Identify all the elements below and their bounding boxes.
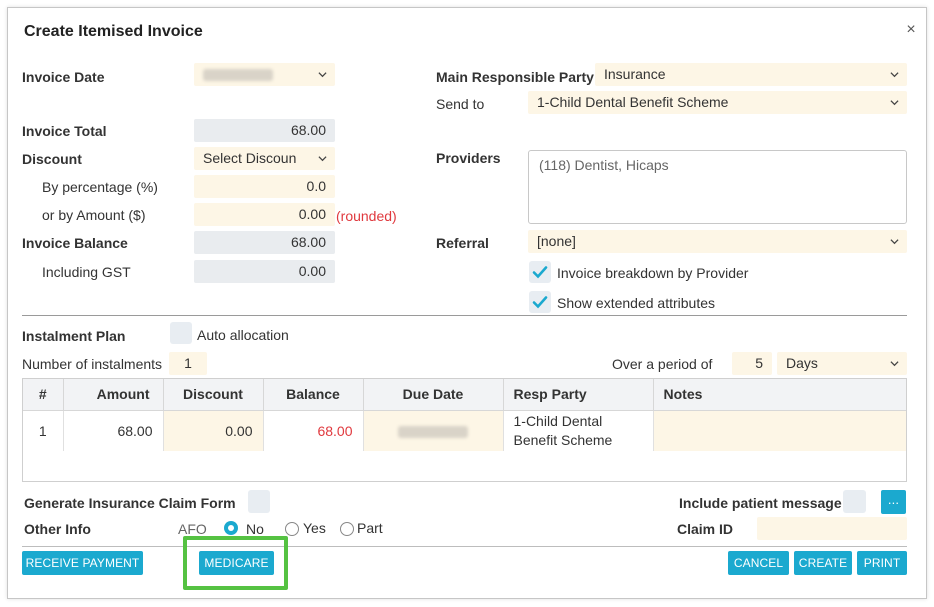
receive-payment-button[interactable]: RECEIVE PAYMENT — [22, 551, 143, 575]
send-to-value: 1-Child Dental Benefit Scheme — [537, 94, 729, 110]
patient-message-checkbox[interactable] — [843, 490, 866, 513]
table-row[interactable]: 1 68.00 0.00 68.00 1-Child Dental Benefi… — [23, 410, 906, 451]
send-to-select[interactable]: 1-Child Dental Benefit Scheme — [528, 91, 907, 114]
invoice-date-select[interactable] — [194, 63, 335, 86]
print-button[interactable]: PRINT — [857, 551, 907, 575]
patient-message-label: Include patient message — [679, 495, 842, 511]
table-header-row: # Amount Discount Balance Due Date Resp … — [23, 379, 906, 411]
close-icon[interactable]: × — [903, 21, 919, 39]
claim-form-label: Generate Insurance Claim Form — [24, 495, 236, 511]
period-unit-value: Days — [786, 355, 818, 371]
afo-radio-no[interactable] — [224, 521, 238, 535]
period-unit-select[interactable]: Days — [777, 352, 907, 375]
chevron-down-icon — [890, 239, 899, 245]
due-date-value-obscured — [398, 426, 468, 439]
claim-id-label: Claim ID — [677, 521, 734, 537]
referral-value: [none] — [537, 233, 576, 249]
afo-radio-yes[interactable] — [285, 522, 299, 536]
check-icon — [532, 296, 548, 309]
section-divider — [22, 315, 907, 316]
discount-select-value: Select Discoun — [203, 150, 297, 166]
instalment-plan-label: Instalment Plan — [22, 328, 126, 344]
discount-label: Discount — [22, 151, 82, 167]
invoice-balance-label: Invoice Balance — [22, 235, 128, 251]
providers-label: Providers — [436, 150, 501, 166]
main-party-value: Insurance — [604, 66, 666, 82]
invoice-total-field: 68.00 — [194, 119, 335, 142]
number-of-instalments-label: Number of instalments — [22, 356, 163, 372]
including-gst-field: 0.00 — [194, 260, 335, 283]
col-header-amount: Amount — [63, 379, 164, 411]
claim-form-checkbox[interactable] — [248, 490, 270, 513]
row-balance: 68.00 — [263, 410, 364, 451]
referral-select[interactable]: [none] — [528, 230, 907, 253]
row-amount: 68.00 — [63, 410, 164, 451]
invoice-date-label: Invoice Date — [22, 69, 105, 85]
footer-divider — [22, 546, 907, 547]
auto-allocation-checkbox[interactable] — [170, 322, 192, 344]
row-resp-party: 1-Child Dental Benefit Scheme — [503, 410, 654, 451]
patient-message-more-button[interactable]: ... — [881, 490, 906, 514]
chevron-down-icon — [890, 361, 899, 367]
by-percentage-input[interactable]: 0.0 — [194, 175, 335, 198]
invoice-total-label: Invoice Total — [22, 123, 107, 139]
invoice-date-value-obscured — [203, 69, 273, 82]
col-header-resp-party: Resp Party — [503, 379, 654, 411]
period-label: Over a period of — [612, 356, 713, 372]
create-button[interactable]: CREATE — [794, 551, 852, 575]
afo-radio-part-label: Part — [357, 520, 383, 536]
rounded-note: (rounded) — [336, 208, 397, 224]
number-of-instalments-input[interactable]: 1 — [169, 352, 207, 375]
auto-allocation-label: Auto allocation — [197, 327, 289, 343]
afo-label: AFO — [178, 521, 207, 537]
discount-select[interactable]: Select Discoun — [194, 147, 335, 170]
chevron-down-icon — [890, 100, 899, 106]
main-party-label: Main Responsible Party — [436, 69, 594, 85]
by-percentage-label: By percentage (%) — [42, 179, 158, 195]
chevron-down-icon — [318, 156, 327, 162]
by-amount-input[interactable]: 0.00 — [194, 203, 335, 226]
claim-id-input[interactable] — [757, 517, 907, 540]
afo-radio-no-label: No — [246, 521, 264, 537]
referral-label: Referral — [436, 235, 489, 251]
main-party-select[interactable]: Insurance — [595, 63, 907, 86]
col-header-due-date: Due Date — [363, 379, 504, 411]
breakdown-checkbox[interactable] — [529, 261, 551, 283]
resp-party-line: 1-Child Dental — [513, 412, 603, 429]
extended-attributes-checkbox[interactable] — [529, 291, 551, 313]
col-header-num: # — [23, 379, 64, 411]
row-discount-input[interactable]: 0.00 — [163, 410, 264, 451]
breakdown-label: Invoice breakdown by Provider — [557, 265, 749, 281]
check-icon — [532, 266, 548, 279]
dialog-title: Create Itemised Invoice — [24, 23, 203, 40]
row-due-date-input[interactable] — [363, 410, 504, 451]
including-gst-label: Including GST — [42, 264, 131, 280]
providers-list[interactable]: (118) Dentist, Hicaps — [528, 150, 907, 224]
send-to-label: Send to — [436, 96, 485, 112]
resp-party-line: Benefit Scheme — [513, 431, 613, 448]
medicare-button[interactable]: MEDICARE — [199, 551, 274, 575]
chevron-down-icon — [890, 72, 899, 78]
row-notes-input[interactable] — [653, 410, 906, 451]
by-amount-label: or by Amount ($) — [42, 207, 146, 223]
invoice-balance-field: 68.00 — [194, 231, 335, 254]
col-header-notes: Notes — [653, 379, 906, 411]
create-invoice-dialog: Create Itemised Invoice × Invoice Date I… — [7, 7, 927, 599]
other-info-label: Other Info — [24, 521, 91, 537]
col-header-balance: Balance — [263, 379, 364, 411]
chevron-down-icon — [318, 72, 327, 78]
row-number: 1 — [23, 410, 64, 451]
extended-attributes-label: Show extended attributes — [557, 295, 715, 311]
afo-radio-yes-label: Yes — [303, 520, 326, 536]
col-header-discount: Discount — [163, 379, 264, 411]
instalment-table: # Amount Discount Balance Due Date Resp … — [22, 378, 907, 482]
period-input[interactable]: 5 — [732, 352, 772, 375]
afo-radio-part[interactable] — [340, 522, 354, 536]
cancel-button[interactable]: CANCEL — [728, 551, 789, 575]
